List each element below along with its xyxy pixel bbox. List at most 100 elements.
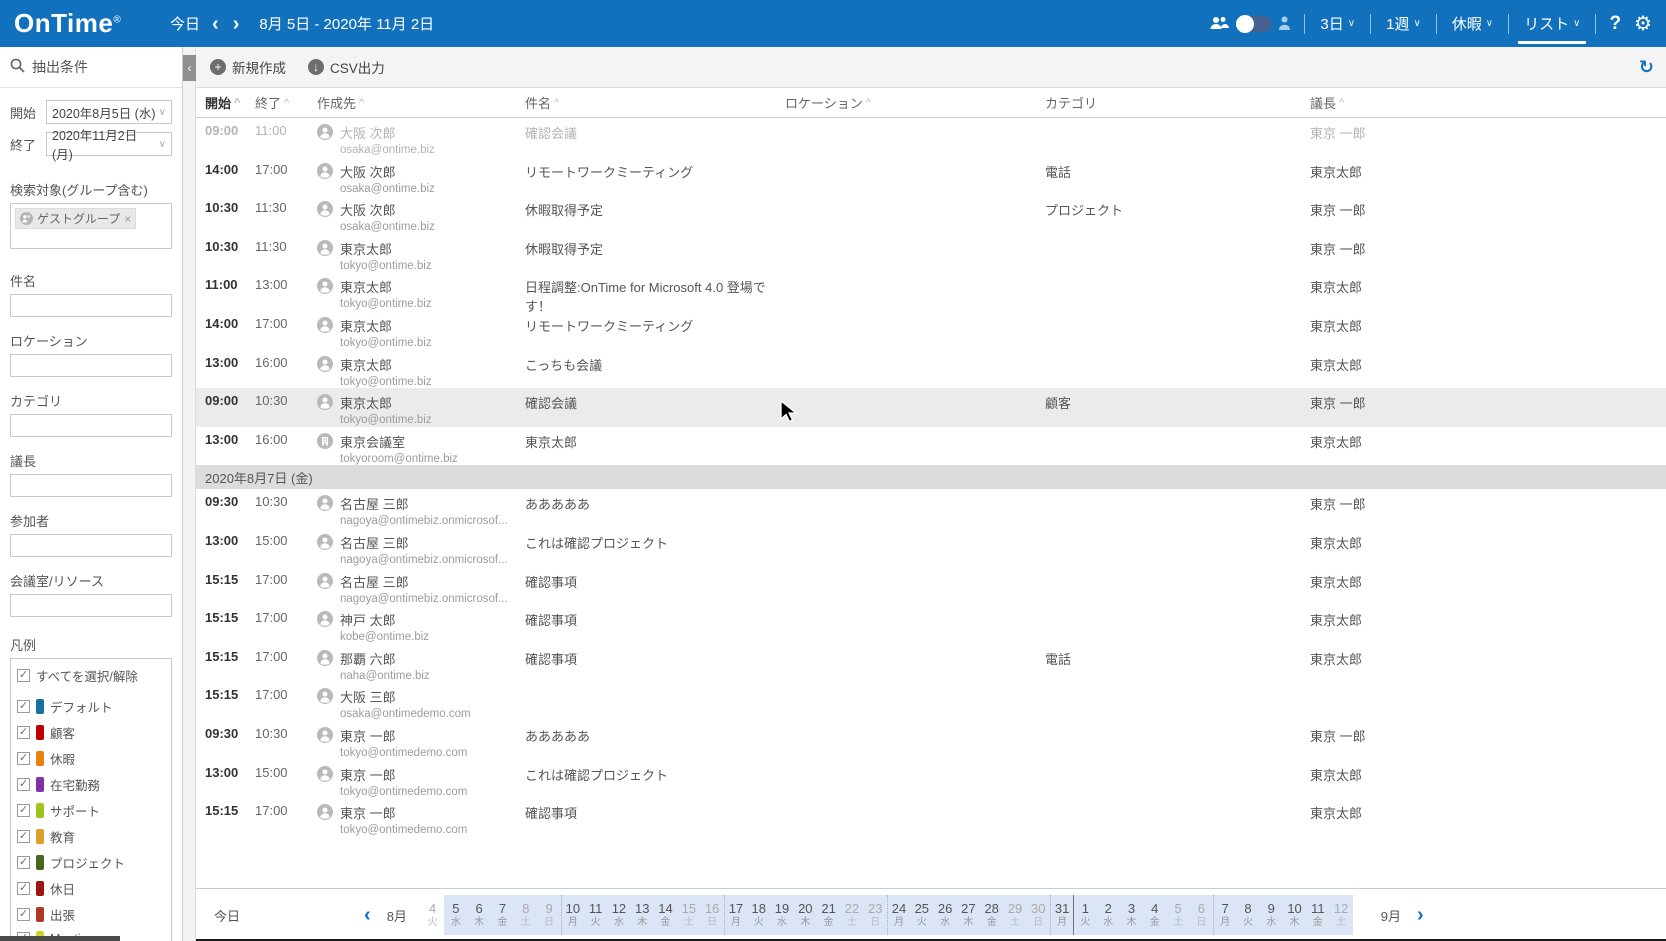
view-3day[interactable]: 3日∨ xyxy=(1318,9,1357,38)
checkbox-checked-icon[interactable]: ✓ xyxy=(17,778,30,791)
checkbox-checked-icon[interactable]: ✓ xyxy=(17,726,30,739)
legend-item[interactable]: ✓デフォルト xyxy=(17,697,165,716)
legend-item[interactable]: ✓顧客 xyxy=(17,723,165,742)
day-cell[interactable]: 14金 xyxy=(654,895,677,935)
day-cell[interactable]: 15土 xyxy=(677,895,700,935)
day-cell[interactable]: 11金 xyxy=(1306,895,1329,935)
csv-export-button[interactable]: ↓ CSV出力 xyxy=(308,57,385,77)
legend-item[interactable]: ✓休暇 xyxy=(17,749,165,768)
toggle-switch[interactable] xyxy=(1236,16,1272,32)
day-cell[interactable]: 12土 xyxy=(1330,895,1353,935)
column-header-location[interactable]: ロケーション^ xyxy=(785,93,1045,112)
column-header-subject[interactable]: 件名^ xyxy=(525,93,785,112)
day-cell[interactable]: 24月 xyxy=(887,895,910,935)
day-cell[interactable]: 9日 xyxy=(537,895,560,935)
event-row[interactable]: 14:0017:00大阪 次郎osaka@ontime.bizリモートワークミー… xyxy=(196,157,1666,196)
location-input[interactable] xyxy=(10,354,172,377)
day-cell[interactable]: 16日 xyxy=(700,895,723,935)
event-row[interactable]: 09:0010:30東京太郎tokyo@ontime.biz確認会議顧客東京 一… xyxy=(196,388,1666,427)
prev-month-icon[interactable]: ‹ xyxy=(364,905,371,925)
start-date-select[interactable]: 2020年8月5日 (水)∨ xyxy=(46,100,172,124)
checkbox-checked-icon[interactable]: ✓ xyxy=(17,908,30,921)
event-row[interactable]: 13:0015:00東京 一郎tokyo@ontimedemo.comこれは確認… xyxy=(196,760,1666,799)
event-row[interactable]: 09:3010:30名古屋 三郎nagoya@ontimebiz.onmicro… xyxy=(196,489,1666,528)
event-row[interactable]: 13:0015:00名古屋 三郎nagoya@ontimebiz.onmicro… xyxy=(196,528,1666,567)
event-row[interactable]: 11:0013:00東京太郎tokyo@ontime.biz日程調整:OnTim… xyxy=(196,272,1666,311)
legend-item[interactable]: ✓教育 xyxy=(17,827,165,846)
checkbox-checked-icon[interactable]: ✓ xyxy=(17,856,30,869)
next-month-icon[interactable]: › xyxy=(1417,905,1424,925)
legend-select-all[interactable]: ✓すべてを選択/解除 xyxy=(17,666,165,685)
day-cell[interactable]: 9水 xyxy=(1260,895,1283,935)
day-cell[interactable]: 19水 xyxy=(770,895,793,935)
legend-item[interactable]: ✓サポート xyxy=(17,801,165,820)
day-cell[interactable]: 28金 xyxy=(980,895,1003,935)
legend-item[interactable]: ✓在宅勤務 xyxy=(17,775,165,794)
day-cell[interactable]: 31月 xyxy=(1050,895,1073,935)
day-cell[interactable]: 20木 xyxy=(794,895,817,935)
day-cell[interactable]: 12水 xyxy=(607,895,630,935)
event-row[interactable]: 15:1517:00大阪 三郎osaka@ontimedemo.com xyxy=(196,682,1666,721)
day-cell[interactable]: 29土 xyxy=(1003,895,1026,935)
checkbox-checked-icon[interactable]: ✓ xyxy=(17,669,30,682)
day-cell[interactable]: 4火 xyxy=(421,895,444,935)
day-cell[interactable]: 2水 xyxy=(1097,895,1120,935)
checkbox-checked-icon[interactable]: ✓ xyxy=(17,752,30,765)
event-row[interactable]: 15:1517:00名古屋 三郎nagoya@ontimebiz.onmicro… xyxy=(196,567,1666,606)
checkbox-checked-icon[interactable]: ✓ xyxy=(17,830,30,843)
event-row[interactable]: 09:3010:30東京 一郎tokyo@ontimedemo.comあああああ… xyxy=(196,721,1666,760)
column-header-creator[interactable]: 作成先^ xyxy=(317,93,525,112)
checkbox-checked-icon[interactable]: ✓ xyxy=(17,804,30,817)
view-1week[interactable]: 1週∨ xyxy=(1384,9,1423,38)
event-row[interactable]: 13:0016:00東京会議室tokyoroom@ontime.biz東京太郎東… xyxy=(196,427,1666,466)
day-cell[interactable]: 22土 xyxy=(840,895,863,935)
event-row[interactable]: 10:3011:30東京太郎tokyo@ontime.biz休暇取得予定東京 一… xyxy=(196,234,1666,273)
day-cell[interactable]: 27木 xyxy=(957,895,980,935)
event-row[interactable]: 14:0017:00東京太郎tokyo@ontime.bizリモートワークミーテ… xyxy=(196,311,1666,350)
chair-input[interactable] xyxy=(10,474,172,497)
subject-input[interactable] xyxy=(10,294,172,317)
day-cell[interactable]: 13木 xyxy=(631,895,654,935)
category-input[interactable] xyxy=(10,414,172,437)
checkbox-checked-icon[interactable]: ✓ xyxy=(17,882,30,895)
day-cell[interactable]: 11火 xyxy=(584,895,607,935)
day-cell[interactable]: 26水 xyxy=(933,895,956,935)
event-row[interactable]: 15:1517:00東京 一郎tokyo@ontimedemo.com確認事項東… xyxy=(196,798,1666,837)
column-header-chair[interactable]: 議長^ xyxy=(1310,93,1666,112)
day-cell[interactable]: 4金 xyxy=(1143,895,1166,935)
view-vacation[interactable]: 休暇∨ xyxy=(1450,9,1495,38)
refresh-icon[interactable]: ↻ xyxy=(1639,57,1654,78)
day-cell[interactable]: 10月 xyxy=(561,895,584,935)
day-cell[interactable]: 30日 xyxy=(1027,895,1050,935)
column-header-start[interactable]: 開始^ xyxy=(205,93,255,112)
room-resource-input[interactable] xyxy=(10,594,172,617)
day-cell[interactable]: 8火 xyxy=(1236,895,1259,935)
today-button[interactable]: 今日 xyxy=(170,13,200,34)
day-cell[interactable]: 7金 xyxy=(491,895,514,935)
checkbox-checked-icon[interactable]: ✓ xyxy=(17,700,30,713)
day-cell[interactable]: 1火 xyxy=(1073,895,1096,935)
day-cell[interactable]: 23日 xyxy=(864,895,887,935)
day-cell[interactable]: 18火 xyxy=(747,895,770,935)
day-cell[interactable]: 8土 xyxy=(514,895,537,935)
collapse-sidebar-button[interactable]: ‹ xyxy=(183,55,196,81)
event-row[interactable]: 13:0016:00東京太郎tokyo@ontime.bizこっちも会議東京太郎 xyxy=(196,350,1666,389)
view-list[interactable]: リスト∨ xyxy=(1522,9,1582,38)
day-cell[interactable]: 6日 xyxy=(1190,895,1213,935)
gear-icon[interactable]: ⚙ xyxy=(1634,11,1652,36)
event-row[interactable]: 15:1517:00神戸 太郎kobe@ontime.biz確認事項東京太郎 xyxy=(196,605,1666,644)
day-cell[interactable]: 6木 xyxy=(468,895,491,935)
day-cell[interactable]: 10木 xyxy=(1283,895,1306,935)
legend-item[interactable]: ✓プロジェクト xyxy=(17,853,165,872)
create-new-button[interactable]: + 新規作成 xyxy=(210,57,286,77)
day-cell[interactable]: 17月 xyxy=(724,895,747,935)
day-cell[interactable]: 7月 xyxy=(1213,895,1236,935)
horizontal-scrollbar-thumb[interactable] xyxy=(0,936,120,941)
column-header-end[interactable]: 終了^ xyxy=(255,93,295,112)
column-header-category[interactable]: カテゴリ xyxy=(1045,93,1310,112)
legend-item[interactable]: ✓休日 xyxy=(17,879,165,898)
day-cell[interactable]: 5水 xyxy=(444,895,467,935)
end-date-select[interactable]: 2020年11月2日 (月)∨ xyxy=(46,132,172,156)
search-target-box[interactable]: ゲストグループ × xyxy=(10,203,172,249)
day-cell[interactable]: 5土 xyxy=(1166,895,1189,935)
